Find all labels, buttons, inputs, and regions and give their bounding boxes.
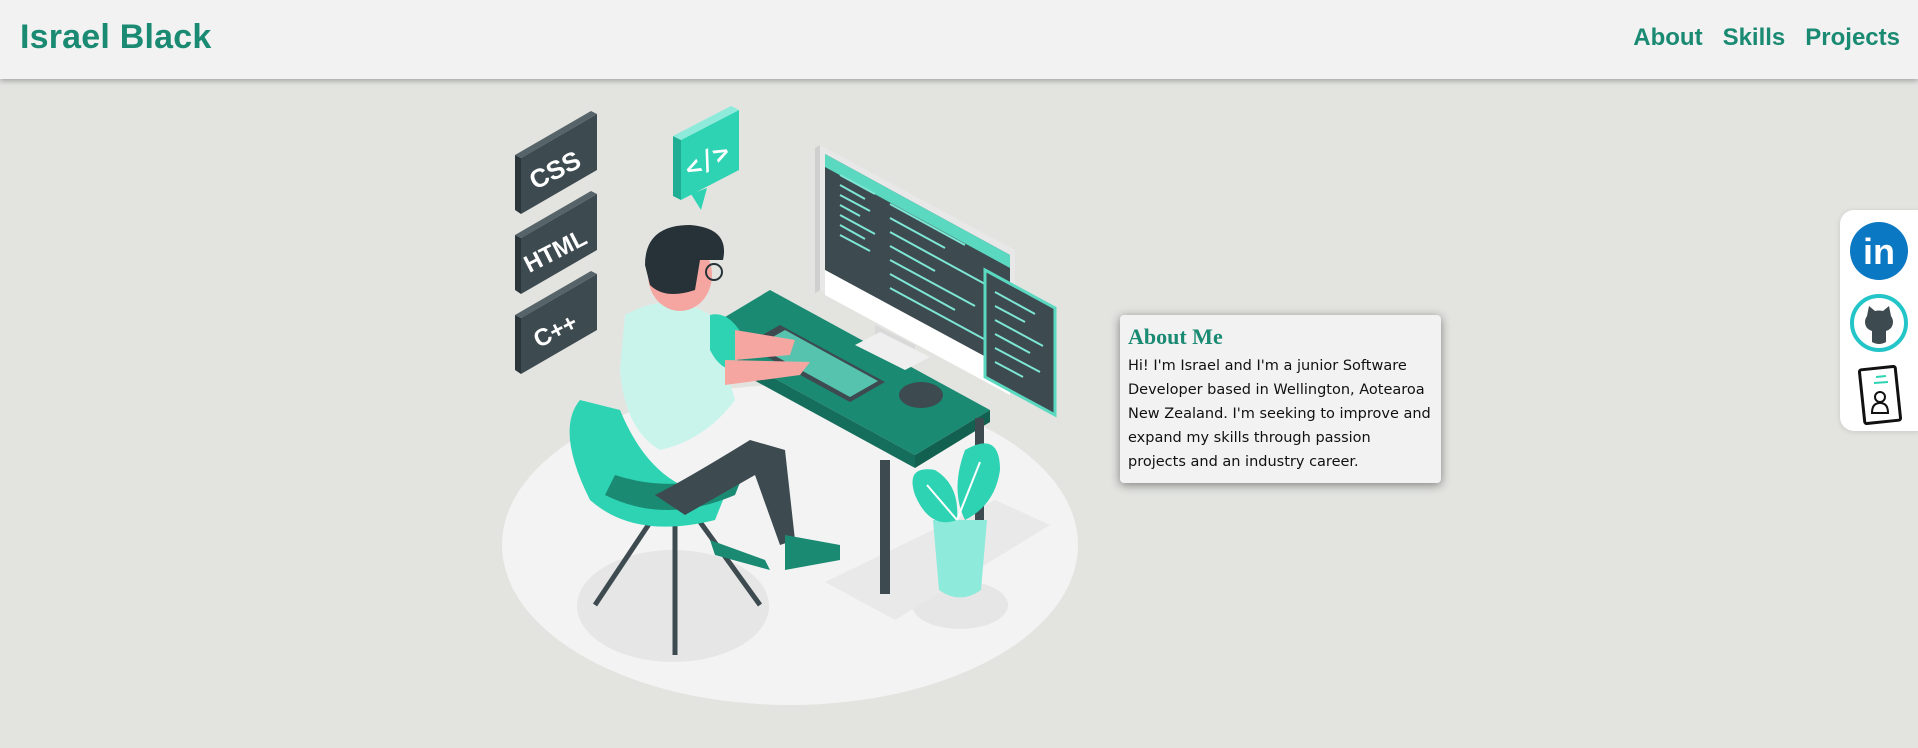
about-body: Hi! I'm Israel and I'm a junior Software… — [1128, 358, 1431, 471]
nav-skills-link[interactable]: Skills — [1723, 24, 1786, 52]
about-card: About Me Hi! I'm Israel and I'm a junior… — [1120, 315, 1441, 483]
mouse — [899, 382, 943, 408]
about-title: About Me — [1128, 324, 1223, 349]
nav-projects-link[interactable]: Projects — [1805, 24, 1900, 52]
linkedin-icon-label: in — [1863, 231, 1895, 272]
social-sidebar: in — [1840, 210, 1918, 431]
github-icon[interactable] — [1850, 294, 1908, 356]
site-brand[interactable]: Israel Black — [20, 18, 211, 57]
developer-illustration: CSS HTML C++ </> — [502, 106, 1078, 705]
main-nav: About Skills Projects — [1633, 24, 1900, 52]
site-header: Israel Black About Skills Projects — [0, 0, 1918, 79]
side-code-panel — [983, 267, 1057, 418]
nav-about-link[interactable]: About — [1633, 24, 1702, 52]
resume-icon[interactable] — [1857, 364, 1903, 429]
code-bubble-icon: </> — [673, 106, 739, 210]
linkedin-icon[interactable]: in — [1850, 222, 1908, 284]
